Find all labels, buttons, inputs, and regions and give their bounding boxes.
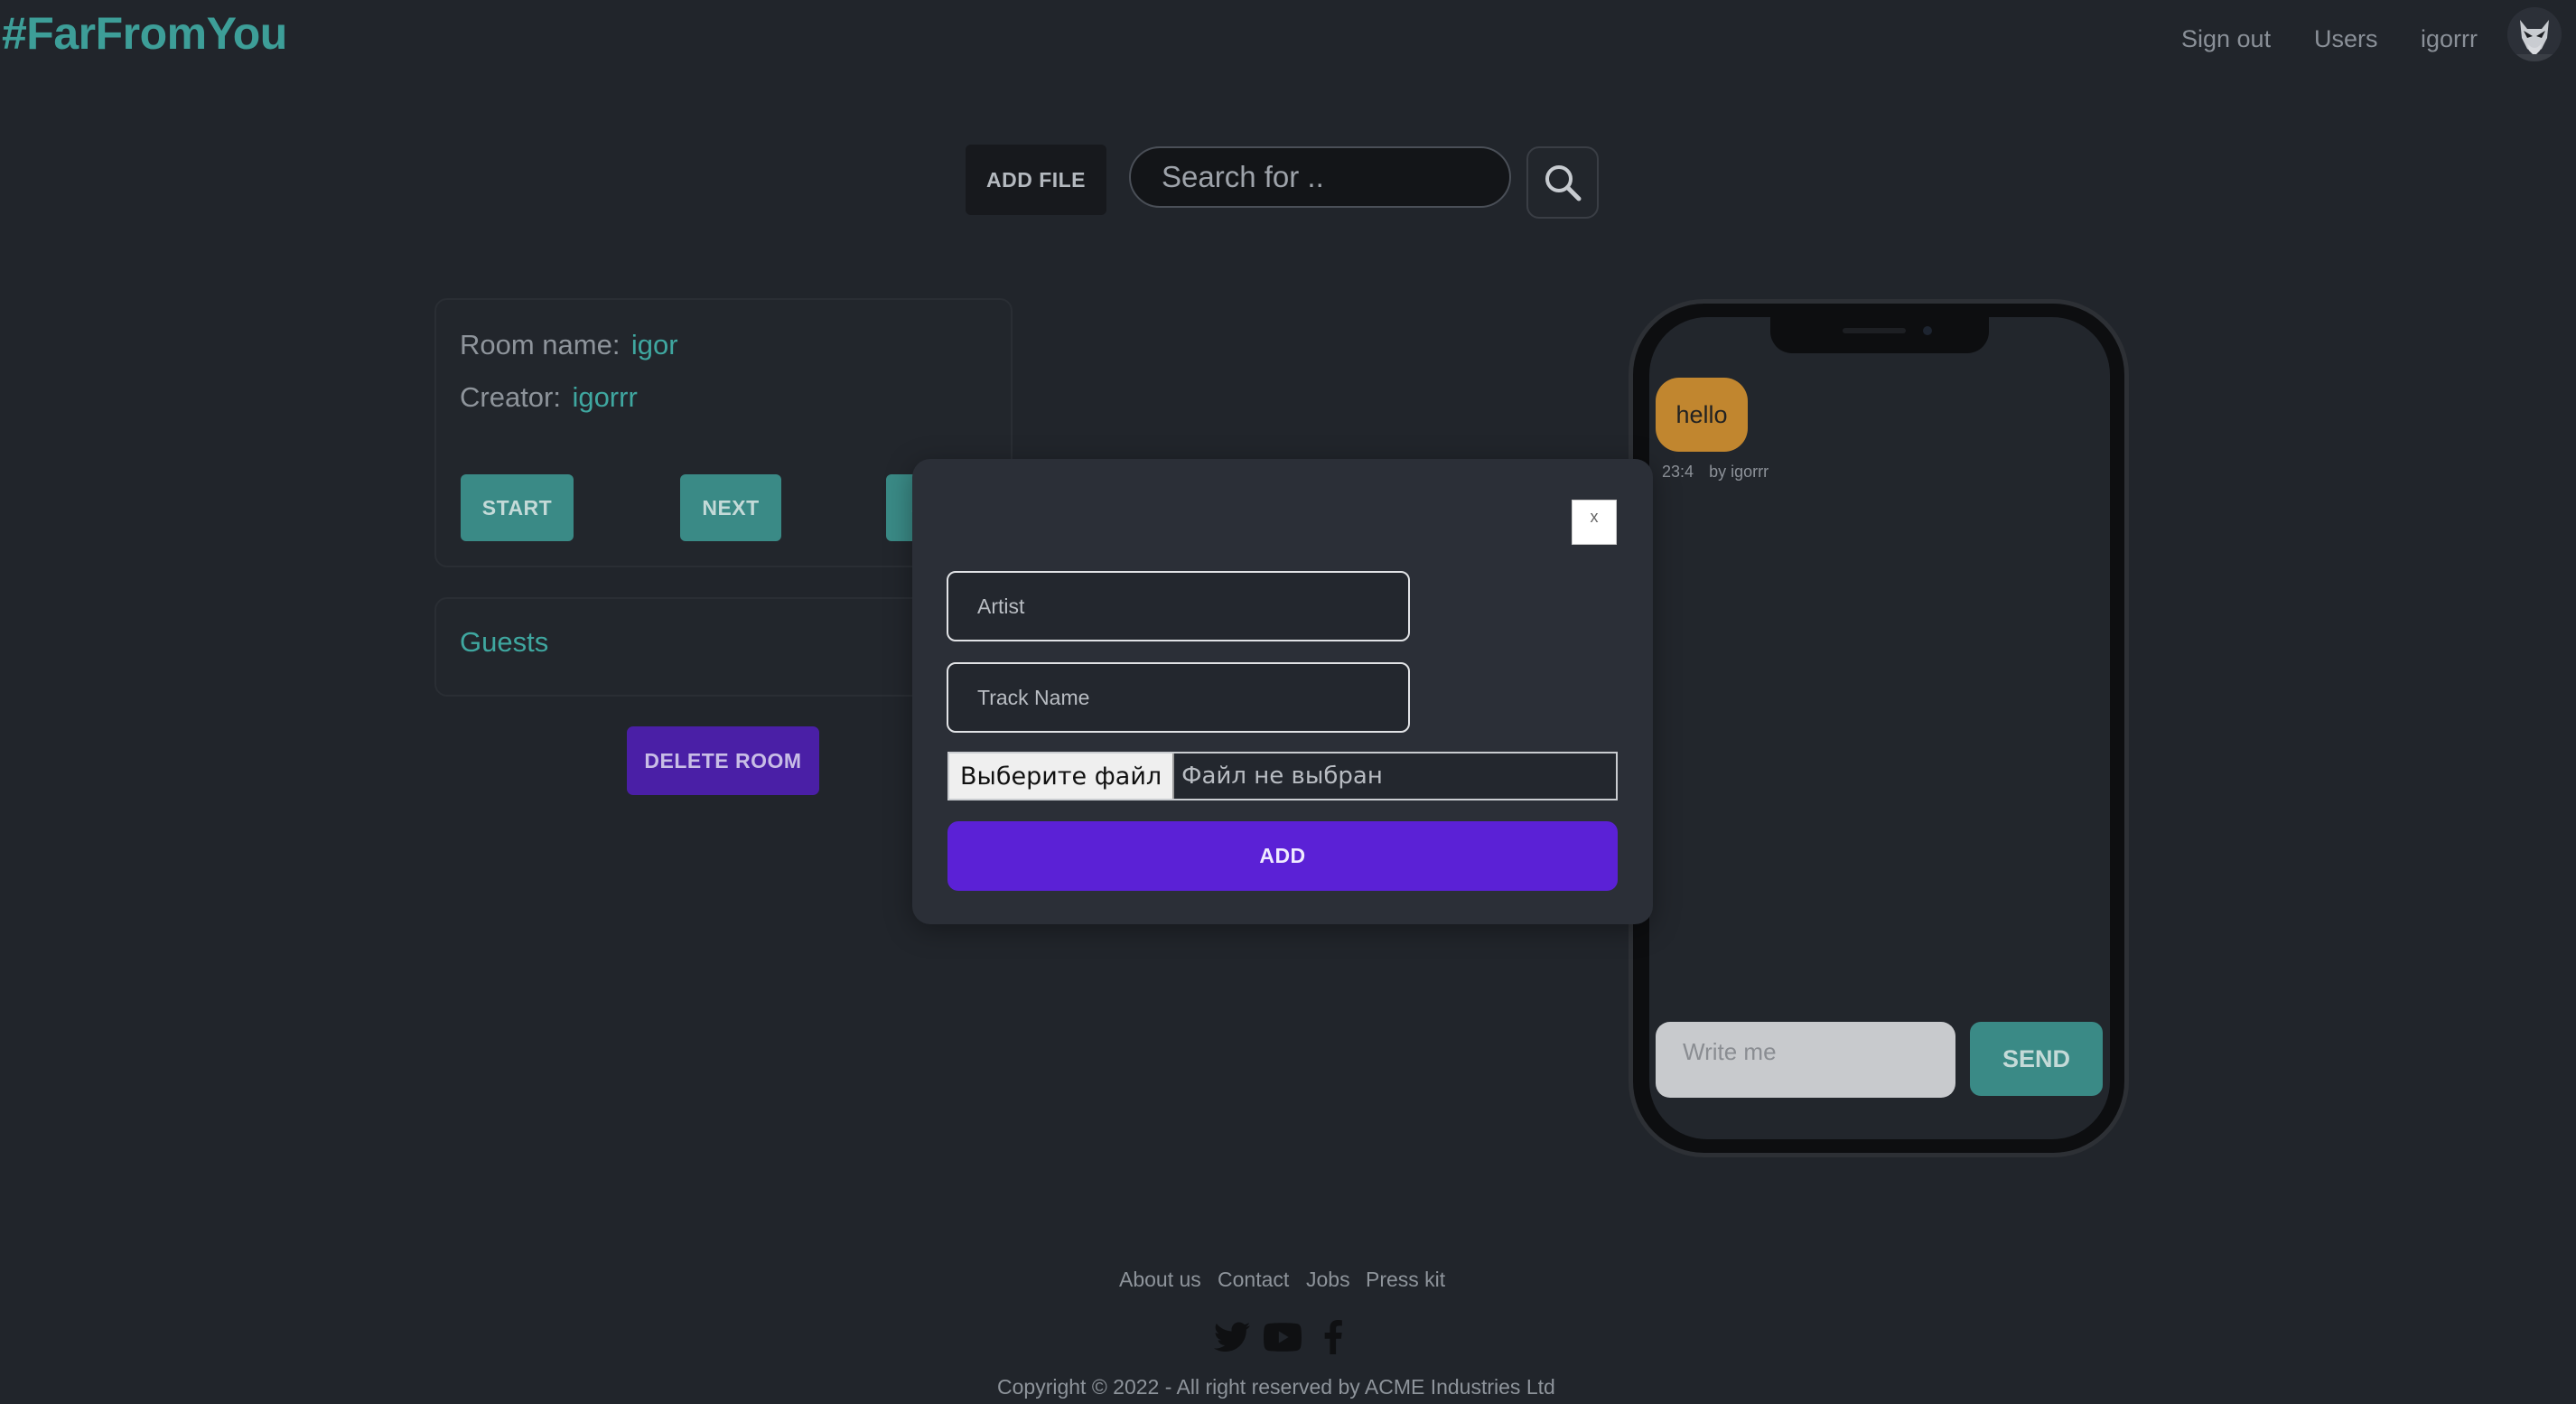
hooded-avatar-icon [2507,7,2562,61]
creator-label: Creator: [460,381,561,413]
close-modal-button[interactable]: x [1572,500,1617,545]
file-picker: Выберите файл Файл не выбран [947,752,1618,800]
chat-message-input[interactable] [1656,1022,1955,1098]
speaker-slot [1843,328,1906,333]
chat-message-bubble: hello [1656,378,1748,452]
footer-link-press-kit[interactable]: Press kit [1366,1268,1445,1292]
room-name-row: Room name: igor [460,329,678,361]
copyright-text: Copyright © 2022 - All right reserved by… [997,1375,1555,1399]
username-link[interactable]: igorrr [2421,25,2478,53]
start-button[interactable]: START [461,474,574,541]
twitter-link[interactable] [1212,1317,1252,1357]
add-file-button[interactable]: ADD FILE [966,145,1106,215]
chat-message-meta: 23:4 by igorrr [1662,463,1769,482]
facebook-link[interactable] [1313,1317,1353,1357]
sign-out-link[interactable]: Sign out [2181,25,2271,53]
track-name-input[interactable] [947,662,1410,733]
brand-logo[interactable]: #FarFromYou [2,7,287,60]
search-icon [1545,165,1582,201]
creator-value: igorrr [572,381,638,413]
creator-row: Creator: igorrr [460,381,638,414]
room-name-value: igor [630,329,678,360]
send-button[interactable]: SEND [1970,1022,2103,1096]
camera-dot [1923,326,1932,335]
footer-link-jobs[interactable]: Jobs [1306,1268,1350,1292]
facebook-icon [1324,1320,1342,1354]
youtube-icon [1264,1323,1302,1352]
twitter-icon [1214,1322,1250,1352]
choose-file-button[interactable]: Выберите файл [949,753,1175,799]
room-name-label: Room name: [460,329,621,360]
footer-link-about[interactable]: About us [1119,1268,1201,1292]
add-track-button[interactable]: ADD [947,821,1618,891]
footer-link-contact[interactable]: Contact [1218,1268,1289,1292]
search-button[interactable] [1526,146,1599,219]
message-time: 23:4 [1662,463,1694,481]
phone-notch [1770,312,1989,353]
users-link[interactable]: Users [2314,25,2378,53]
next-button[interactable]: NEXT [680,474,781,541]
delete-room-button[interactable]: DELETE ROOM [627,726,819,795]
message-author: by igorrr [1709,463,1769,481]
youtube-link[interactable] [1263,1317,1302,1357]
artist-input[interactable] [947,571,1410,641]
search-input[interactable] [1129,146,1511,208]
avatar[interactable] [2507,7,2562,61]
file-status: Файл не выбран [1181,763,1383,790]
guests-title: Guests [460,626,549,658]
